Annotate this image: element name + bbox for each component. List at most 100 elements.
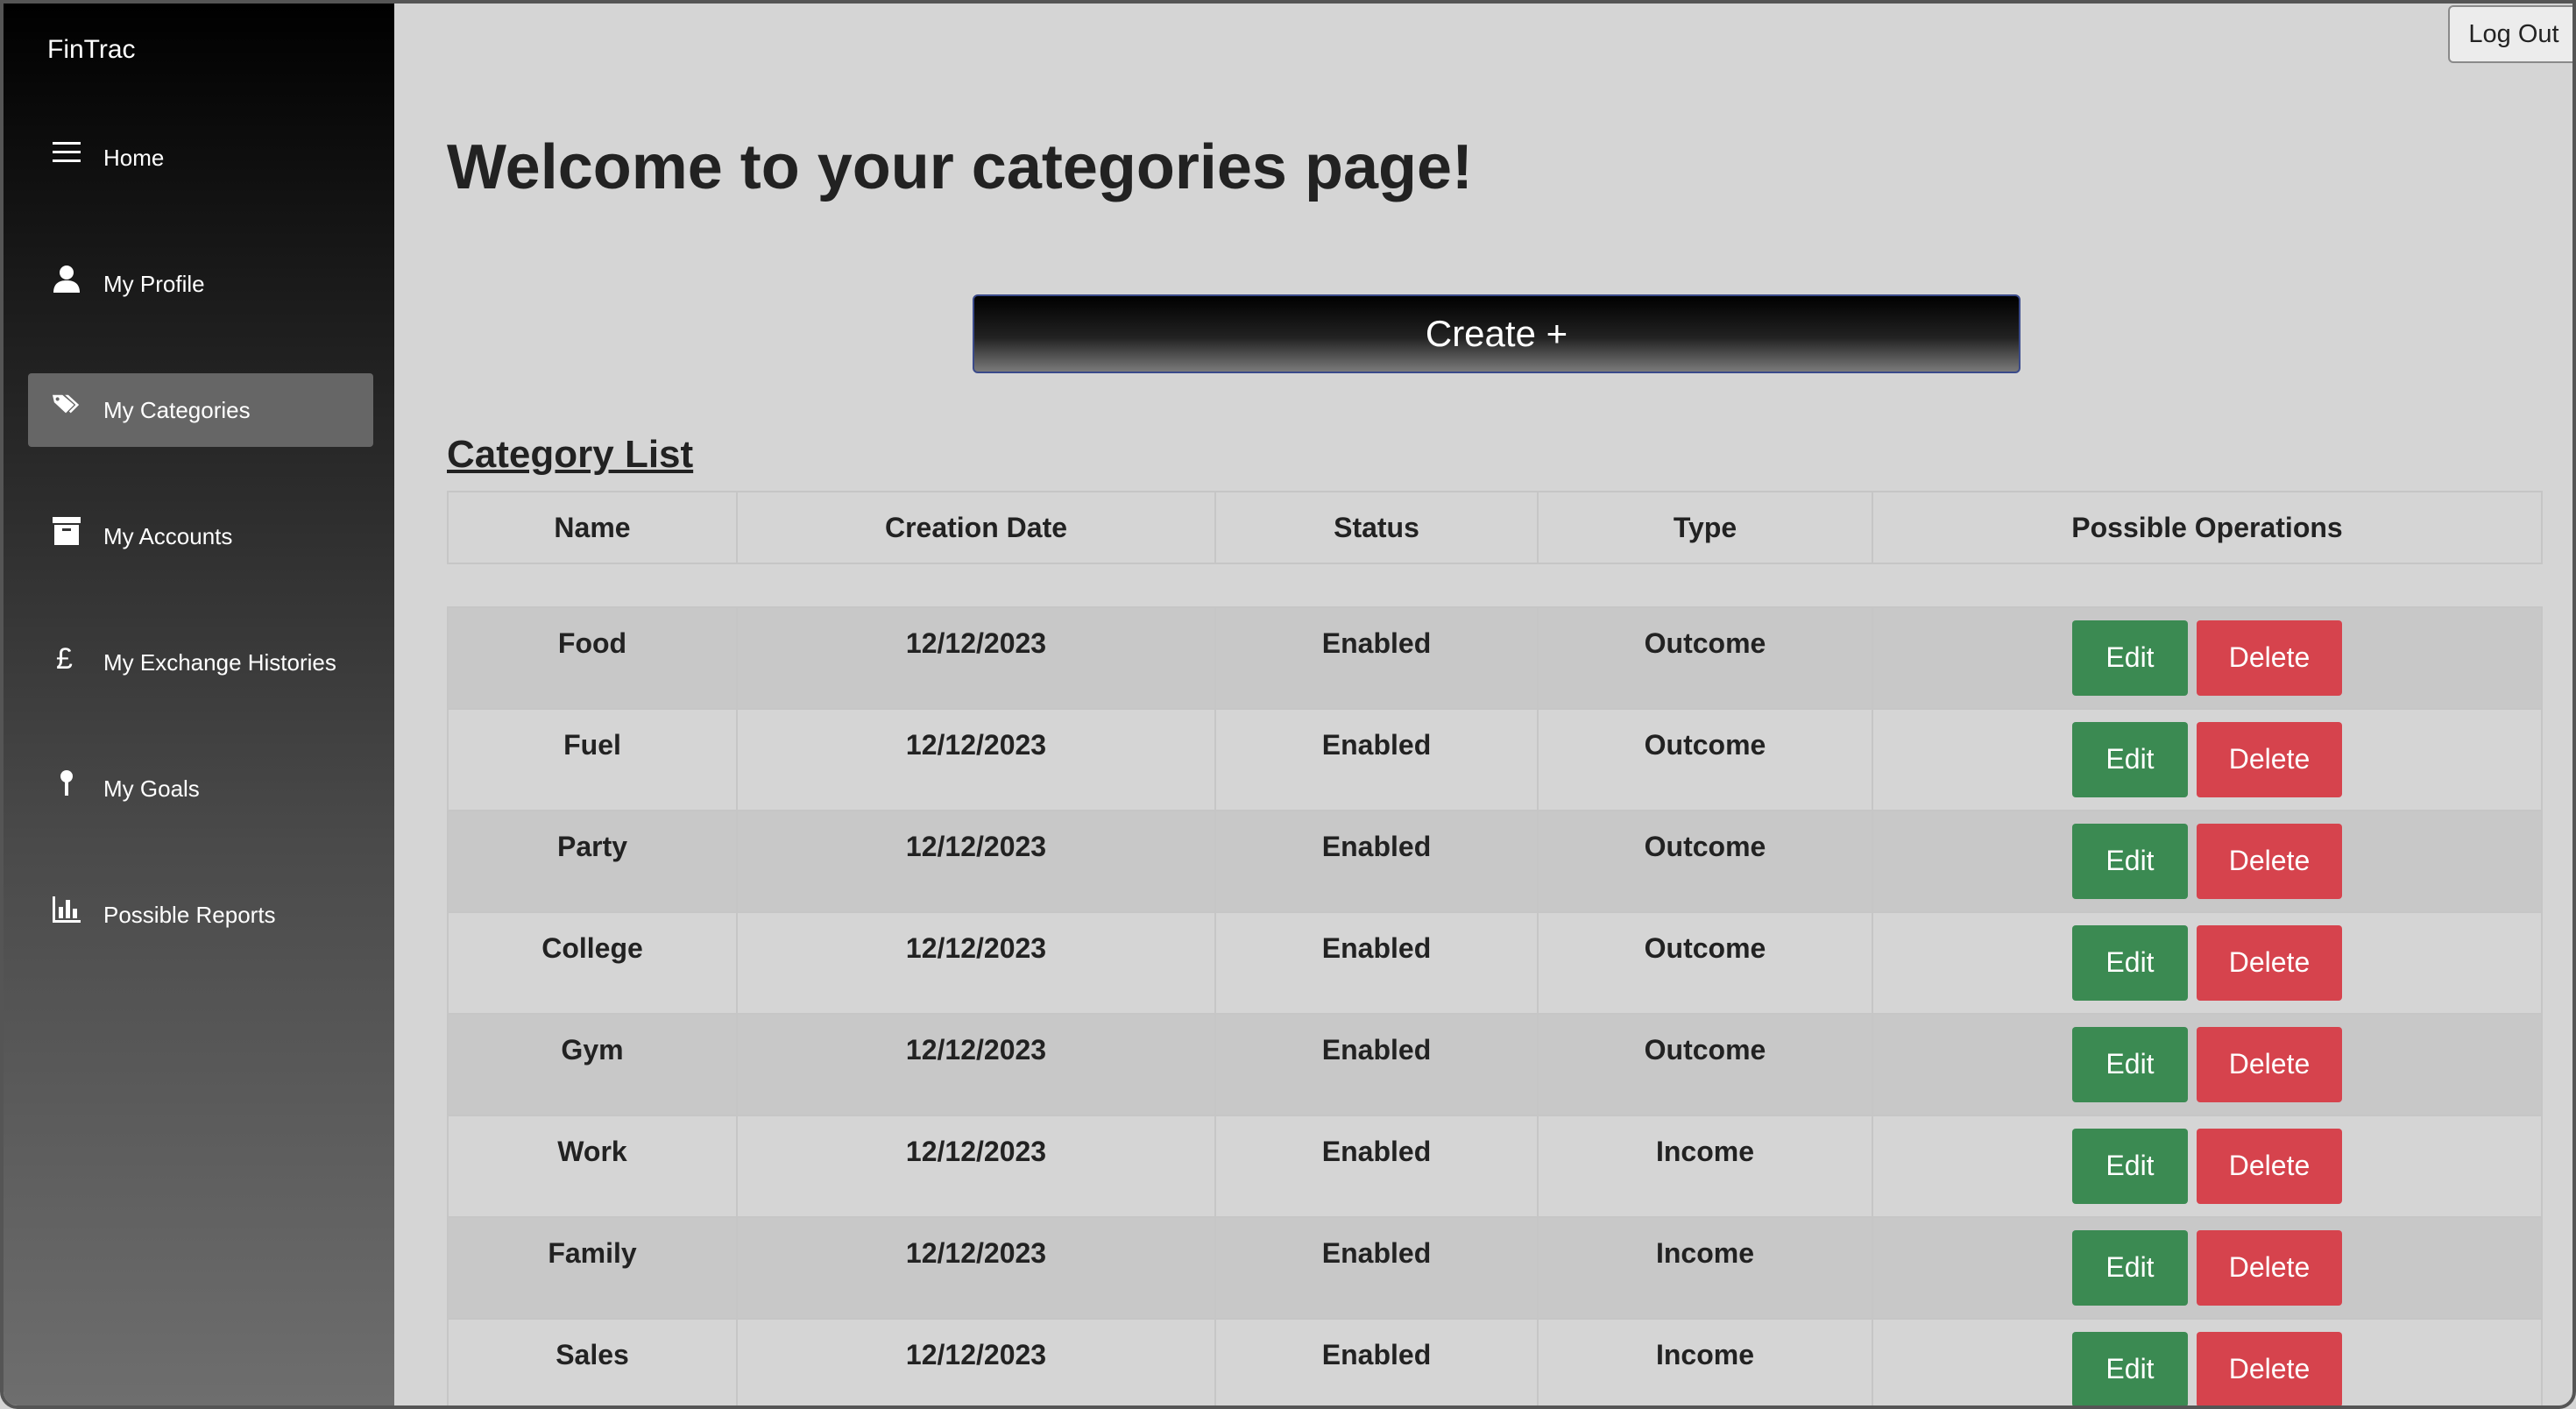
sidebar-item-label: My Accounts xyxy=(103,522,233,549)
cell-creation-date: 12/12/2023 xyxy=(736,1318,1216,1405)
delete-button[interactable]: Delete xyxy=(2197,1229,2342,1306)
sidebar-item-my-goals[interactable]: My Goals xyxy=(28,752,373,825)
operations-group: Edit Delete xyxy=(1874,1331,2540,1405)
table-row: College 12/12/2023 Enabled Outcome Edit … xyxy=(447,911,2543,1015)
column-header-status: Status xyxy=(1214,491,1539,564)
sidebar-item-my-profile[interactable]: My Profile xyxy=(28,247,373,321)
cell-type: Outcome xyxy=(1537,911,1873,1015)
cell-creation-date: 12/12/2023 xyxy=(736,708,1216,811)
cell-name: College xyxy=(447,911,738,1015)
svg-text:£: £ xyxy=(56,642,73,672)
cell-operations: Edit Delete xyxy=(1872,911,2543,1015)
cell-status: Enabled xyxy=(1214,810,1539,913)
column-header-operations: Possible Operations xyxy=(1872,491,2543,564)
edit-button[interactable]: Edit xyxy=(2072,823,2188,899)
delete-button[interactable]: Delete xyxy=(2197,1026,2342,1102)
sidebar-item-label: Possible Reports xyxy=(103,901,276,928)
sidebar-item-label: My Exchange Histories xyxy=(103,648,336,676)
cell-name: Family xyxy=(447,1216,738,1320)
edit-button[interactable]: Edit xyxy=(2072,1229,2188,1306)
create-category-button[interactable]: Create + xyxy=(973,294,2020,373)
delete-button[interactable]: Delete xyxy=(2197,924,2342,1001)
operations-group: Edit Delete xyxy=(1874,620,2540,696)
sidebar-item-my-exchange-histories[interactable]: £ My Exchange Histories xyxy=(28,626,373,699)
cell-creation-date: 12/12/2023 xyxy=(736,1013,1216,1116)
sidebar-item-my-categories[interactable]: My Categories xyxy=(28,373,373,447)
cell-operations: Edit Delete xyxy=(1872,810,2543,913)
delete-button[interactable]: Delete xyxy=(2197,1331,2342,1405)
operations-group: Edit Delete xyxy=(1874,1229,2540,1306)
cell-name: Gym xyxy=(447,1013,738,1116)
cell-status: Enabled xyxy=(1214,606,1539,710)
delete-button[interactable]: Delete xyxy=(2197,721,2342,797)
cell-name: Sales xyxy=(447,1318,738,1405)
spacer-cell xyxy=(448,563,2542,608)
sidebar-item-label: My Profile xyxy=(103,270,205,297)
cell-operations: Edit Delete xyxy=(1872,1013,2543,1116)
archive-icon xyxy=(53,515,81,547)
edit-button[interactable]: Edit xyxy=(2072,1128,2188,1204)
sidebar-item-label: Home xyxy=(103,144,165,171)
edit-button[interactable]: Edit xyxy=(2072,1331,2188,1405)
column-header-creation-date: Creation Date xyxy=(736,491,1216,564)
brand-logo[interactable]: FinTrac xyxy=(47,35,136,65)
cell-type: Income xyxy=(1537,1216,1873,1320)
operations-group: Edit Delete xyxy=(1874,823,2540,899)
app-window: FinTrac Home My Profile My Categories My… xyxy=(0,0,2576,1409)
main-content: Log Out Welcome to your categories page!… xyxy=(394,4,2572,1405)
sidebar-item-possible-reports[interactable]: Possible Reports xyxy=(28,878,373,952)
table-header-row: Name Creation Date Status Type Possible … xyxy=(447,491,2543,564)
cell-name: Party xyxy=(447,810,738,913)
operations-group: Edit Delete xyxy=(1874,924,2540,1001)
operations-group: Edit Delete xyxy=(1874,1026,2540,1102)
cell-status: Enabled xyxy=(1214,1216,1539,1320)
cell-type: Outcome xyxy=(1537,708,1873,811)
cell-operations: Edit Delete xyxy=(1872,1318,2543,1405)
logout-button[interactable]: Log Out xyxy=(2448,5,2572,63)
bar-chart-icon xyxy=(53,894,81,925)
category-list-title: Category List xyxy=(447,433,694,476)
operations-group: Edit Delete xyxy=(1874,721,2540,797)
cell-name: Fuel xyxy=(447,708,738,811)
column-header-type: Type xyxy=(1537,491,1873,564)
column-header-name: Name xyxy=(447,491,738,564)
cell-name: Work xyxy=(447,1115,738,1218)
table-row: Food 12/12/2023 Enabled Outcome Edit Del… xyxy=(447,606,2543,710)
delete-button[interactable]: Delete xyxy=(2197,620,2342,696)
cell-type: Outcome xyxy=(1537,1013,1873,1116)
tags-icon xyxy=(53,389,81,421)
table-row: Work 12/12/2023 Enabled Income Edit Dele… xyxy=(447,1115,2543,1218)
table-body: Food 12/12/2023 Enabled Outcome Edit Del… xyxy=(447,606,2543,1405)
sidebar-item-my-accounts[interactable]: My Accounts xyxy=(28,499,373,573)
sidebar-item-label: My Categories xyxy=(103,396,251,423)
operations-group: Edit Delete xyxy=(1874,1128,2540,1204)
edit-button[interactable]: Edit xyxy=(2072,620,2188,696)
table-spacer xyxy=(448,563,2542,608)
cell-status: Enabled xyxy=(1214,1318,1539,1405)
cell-status: Enabled xyxy=(1214,1013,1539,1116)
edit-button[interactable]: Edit xyxy=(2072,1026,2188,1102)
delete-button[interactable]: Delete xyxy=(2197,1128,2342,1204)
cell-status: Enabled xyxy=(1214,1115,1539,1218)
cell-operations: Edit Delete xyxy=(1872,708,2543,811)
menu-icon xyxy=(53,137,81,168)
edit-button[interactable]: Edit xyxy=(2072,721,2188,797)
table-row: Party 12/12/2023 Enabled Outcome Edit De… xyxy=(447,810,2543,913)
cell-status: Enabled xyxy=(1214,911,1539,1015)
cell-operations: Edit Delete xyxy=(1872,1115,2543,1218)
category-table-container: Name Creation Date Status Type Possible … xyxy=(447,491,2543,1405)
cell-type: Outcome xyxy=(1537,810,1873,913)
table-row: Gym 12/12/2023 Enabled Outcome Edit Dele… xyxy=(447,1013,2543,1116)
cell-type: Income xyxy=(1537,1318,1873,1405)
cell-type: Income xyxy=(1537,1115,1873,1218)
cell-creation-date: 12/12/2023 xyxy=(736,606,1216,710)
sidebar: FinTrac Home My Profile My Categories My… xyxy=(4,4,394,1405)
category-table: Name Creation Date Status Type Possible … xyxy=(447,491,2543,1405)
sidebar-item-home[interactable]: Home xyxy=(28,121,373,195)
table-row: Sales 12/12/2023 Enabled Income Edit Del… xyxy=(447,1318,2543,1405)
page-title: Welcome to your categories page! xyxy=(447,132,1473,202)
cell-creation-date: 12/12/2023 xyxy=(736,1115,1216,1218)
edit-button[interactable]: Edit xyxy=(2072,924,2188,1001)
pound-icon: £ xyxy=(53,641,81,673)
delete-button[interactable]: Delete xyxy=(2197,823,2342,899)
